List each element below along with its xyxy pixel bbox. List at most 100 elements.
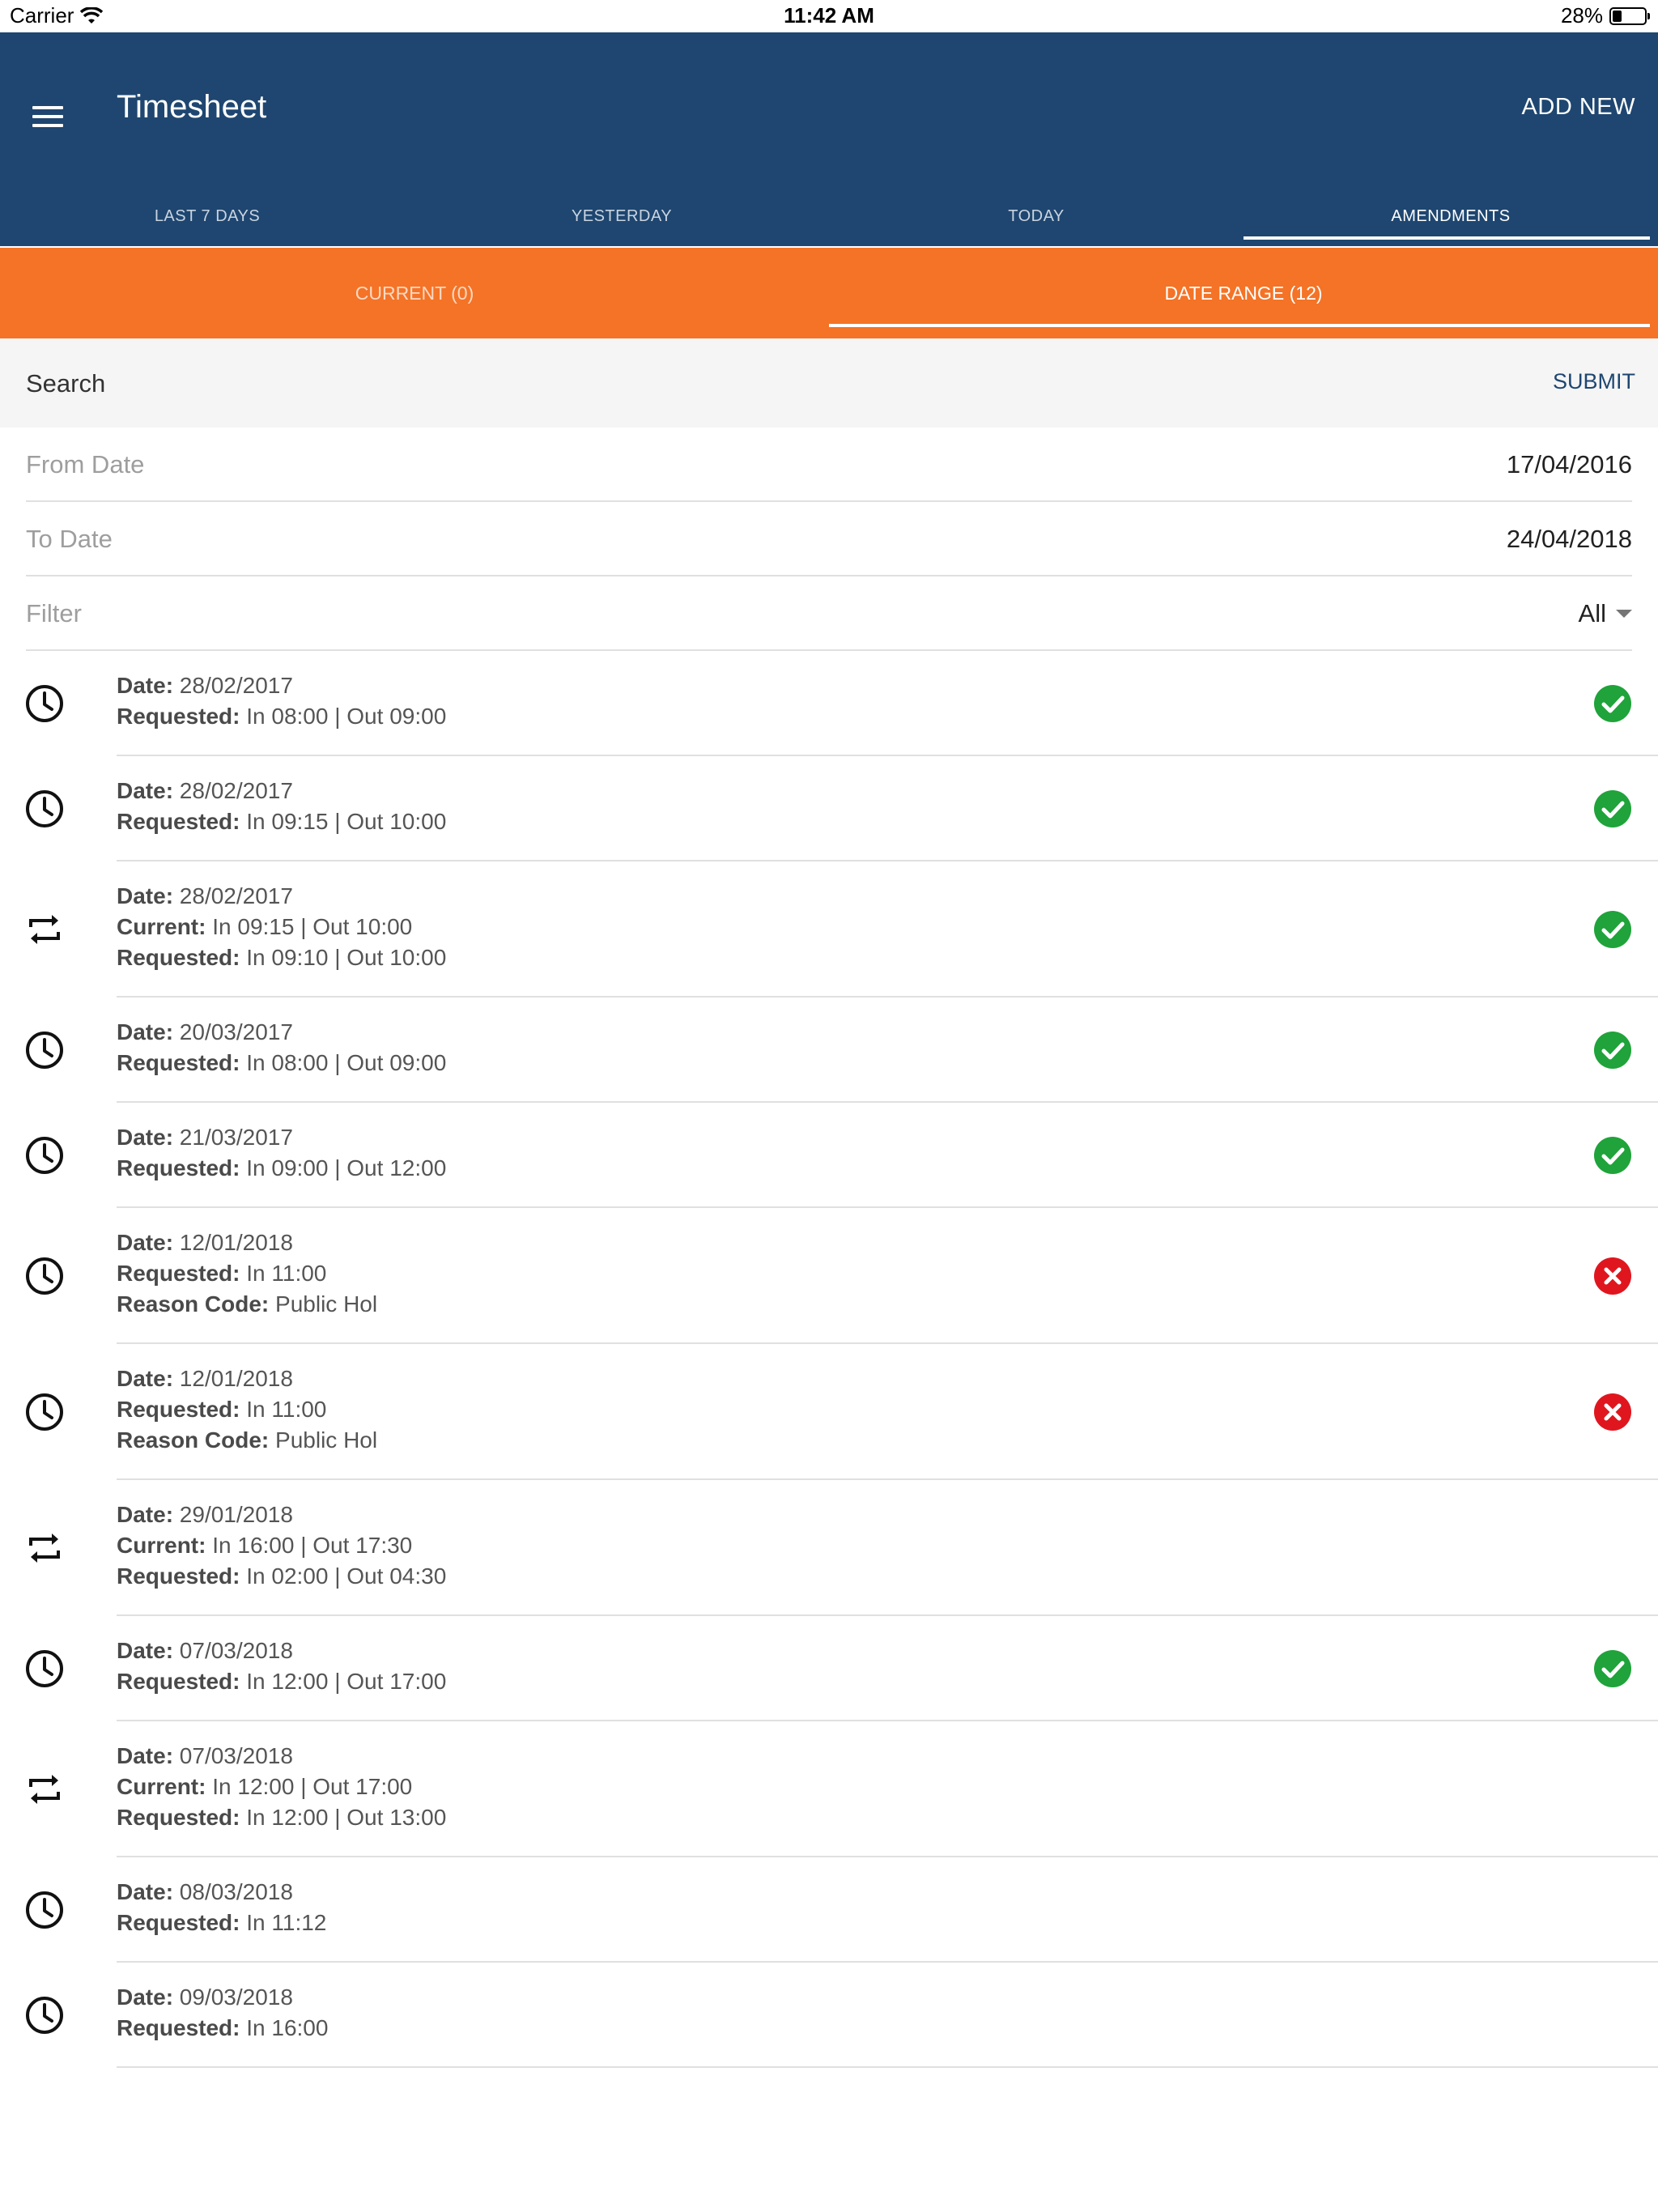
detail-line: Date: 28/02/2017 bbox=[117, 670, 446, 701]
detail-line: Requested: In 12:00 | Out 13:00 bbox=[117, 1802, 446, 1833]
amendment-list-item[interactable]: Date: 21/03/2017 Requested: In 09:00 | Ou… bbox=[0, 1103, 1658, 1208]
detail-key: Date: bbox=[117, 1125, 174, 1150]
page-title: Timesheet bbox=[117, 89, 267, 125]
detail-value: In 11:12 bbox=[246, 1910, 327, 1935]
filter-label: Filter bbox=[26, 599, 82, 627]
swap-icon bbox=[23, 1526, 66, 1570]
tab-today[interactable]: TODAY bbox=[829, 186, 1244, 246]
detail-value: 07/03/2018 bbox=[179, 1638, 293, 1663]
detail-key: Requested: bbox=[117, 809, 240, 834]
detail-key: Requested: bbox=[117, 1155, 240, 1180]
detail-line: Date: 12/01/2018 bbox=[117, 1227, 377, 1258]
tab-yesterday[interactable]: YESTERDAY bbox=[414, 186, 829, 246]
amendments-list: Date: 28/02/2017 Requested: In 08:00 | Ou… bbox=[0, 651, 1658, 2068]
from-date-field[interactable]: 17/04/2016 bbox=[1507, 450, 1632, 479]
detail-key: Date: bbox=[117, 778, 174, 803]
amendment-list-item[interactable]: Date: 28/02/2017 Requested: In 09:15 | Ou… bbox=[0, 756, 1658, 861]
check-circle-icon bbox=[1593, 789, 1632, 828]
detail-value: 20/03/2017 bbox=[179, 1019, 293, 1044]
detail-value: 28/02/2017 bbox=[179, 778, 293, 803]
detail-line: Requested: In 12:00 | Out 17:00 bbox=[117, 1666, 446, 1697]
check-circle-icon bbox=[1593, 1649, 1632, 1688]
detail-value: 28/02/2017 bbox=[179, 883, 293, 908]
swap-icon bbox=[23, 908, 66, 951]
detail-value: Public Hol bbox=[275, 1427, 378, 1453]
detail-line: Date: 28/02/2017 bbox=[117, 776, 446, 806]
amendment-details: Date: 20/03/2017 Requested: In 08:00 | Ou… bbox=[117, 1017, 446, 1078]
amendment-list-item[interactable]: Date: 12/01/2018 Requested: In 11:00 Reaso… bbox=[0, 1208, 1658, 1344]
amendment-list-item[interactable]: Date: 29/01/2018 Current: In 16:00 | Out … bbox=[0, 1480, 1658, 1616]
detail-value: In 09:00 | Out 12:00 bbox=[246, 1155, 447, 1180]
detail-value: In 08:00 | Out 09:00 bbox=[246, 704, 447, 729]
detail-line: Requested: In 11:00 bbox=[117, 1394, 377, 1425]
amendment-list-item[interactable]: Date: 07/03/2018 Requested: In 12:00 | Ou… bbox=[0, 1616, 1658, 1721]
detail-line: Requested: In 09:00 | Out 12:00 bbox=[117, 1153, 446, 1184]
cancel-circle-icon bbox=[1593, 1393, 1632, 1431]
filter-value: All bbox=[1578, 599, 1606, 627]
detail-key: Requested: bbox=[117, 1563, 240, 1589]
detail-line: Requested: In 02:00 | Out 04:30 bbox=[117, 1561, 446, 1592]
tab-amendments[interactable]: AMENDMENTS bbox=[1244, 186, 1658, 246]
swap-icon bbox=[23, 1767, 66, 1811]
battery-percent: 28% bbox=[1560, 3, 1603, 28]
detail-key: Date: bbox=[117, 1366, 174, 1391]
amendment-details: Date: 21/03/2017 Requested: In 09:00 | Ou… bbox=[117, 1122, 446, 1184]
menu-icon[interactable] bbox=[32, 97, 71, 136]
detail-key: Date: bbox=[117, 1743, 174, 1768]
check-circle-icon bbox=[1593, 1031, 1632, 1070]
amendment-list-item[interactable]: Date: 20/03/2017 Requested: In 08:00 | Ou… bbox=[0, 998, 1658, 1103]
to-date-field[interactable]: 24/04/2018 bbox=[1507, 525, 1632, 554]
check-circle-icon bbox=[1593, 1136, 1632, 1175]
detail-key: Requested: bbox=[117, 1261, 240, 1286]
detail-line: Current: In 09:15 | Out 10:00 bbox=[117, 912, 446, 942]
detail-key: Date: bbox=[117, 1984, 174, 2010]
clock-icon bbox=[23, 682, 66, 725]
tab-current[interactable]: CURRENT (0) bbox=[0, 248, 829, 338]
detail-value: 12/01/2018 bbox=[179, 1230, 293, 1255]
detail-value: 28/02/2017 bbox=[179, 673, 293, 698]
detail-key: Date: bbox=[117, 1502, 174, 1527]
clock-icon bbox=[23, 1647, 66, 1691]
detail-key: Requested: bbox=[117, 704, 240, 729]
detail-value: In 12:00 | Out 17:00 bbox=[246, 1669, 447, 1694]
search-header: Search SUBMIT bbox=[0, 338, 1658, 428]
clock-icon bbox=[23, 1888, 66, 1932]
amendment-list-item[interactable]: Date: 09/03/2018 Requested: In 16:00 bbox=[0, 1963, 1658, 2068]
amendment-list-item[interactable]: Date: 12/01/2018 Requested: In 11:00 Reaso… bbox=[0, 1344, 1658, 1480]
detail-key: Requested: bbox=[117, 1050, 240, 1075]
detail-value: In 11:00 bbox=[246, 1261, 327, 1286]
tab-last-7-days[interactable]: LAST 7 DAYS bbox=[0, 186, 414, 246]
detail-value: In 16:00 bbox=[246, 2015, 329, 2040]
amendment-list-item[interactable]: Date: 28/02/2017 Requested: In 08:00 | Ou… bbox=[0, 651, 1658, 756]
from-date-row: From Date 17/04/2016 bbox=[26, 428, 1632, 502]
detail-line: Date: 07/03/2018 bbox=[117, 1741, 446, 1772]
detail-value: 09/03/2018 bbox=[179, 1984, 293, 2010]
detail-line: Requested: In 16:00 bbox=[117, 2013, 328, 2044]
amendment-list-item[interactable]: Date: 07/03/2018 Current: In 12:00 | Out … bbox=[0, 1721, 1658, 1857]
detail-line: Requested: In 09:10 | Out 10:00 bbox=[117, 942, 446, 973]
sub-tabs: CURRENT (0) DATE RANGE (12) bbox=[0, 248, 1658, 338]
detail-value: 21/03/2017 bbox=[179, 1125, 293, 1150]
detail-line: Date: 20/03/2017 bbox=[117, 1017, 446, 1048]
detail-key: Date: bbox=[117, 1230, 174, 1255]
clock-icon bbox=[23, 1028, 66, 1072]
detail-value: 29/01/2018 bbox=[179, 1502, 293, 1527]
add-new-button[interactable]: ADD NEW bbox=[1522, 94, 1635, 121]
submit-button[interactable]: SUBMIT bbox=[1553, 369, 1635, 394]
detail-value: In 02:00 | Out 04:30 bbox=[246, 1563, 447, 1589]
amendment-list-item[interactable]: Date: 28/02/2017 Current: In 09:15 | Out … bbox=[0, 861, 1658, 998]
caret-down-icon bbox=[1616, 610, 1632, 618]
detail-key: Date: bbox=[117, 673, 174, 698]
detail-key: Requested: bbox=[117, 1397, 240, 1422]
amendment-list-item[interactable]: Date: 08/03/2018 Requested: In 11:12 bbox=[0, 1857, 1658, 1963]
tab-date-range[interactable]: DATE RANGE (12) bbox=[829, 248, 1658, 338]
detail-line: Date: 28/02/2017 bbox=[117, 881, 446, 912]
detail-value: In 09:15 | Out 10:00 bbox=[246, 809, 447, 834]
clock-time: 11:42 AM bbox=[784, 3, 874, 28]
filter-select[interactable]: All bbox=[1579, 599, 1632, 628]
battery-icon bbox=[1609, 6, 1650, 25]
detail-line: Date: 08/03/2018 bbox=[117, 1877, 326, 1908]
detail-value: In 09:15 | Out 10:00 bbox=[212, 914, 413, 939]
amendment-details: Date: 08/03/2018 Requested: In 11:12 bbox=[117, 1877, 326, 1938]
cancel-circle-icon bbox=[1593, 1257, 1632, 1295]
